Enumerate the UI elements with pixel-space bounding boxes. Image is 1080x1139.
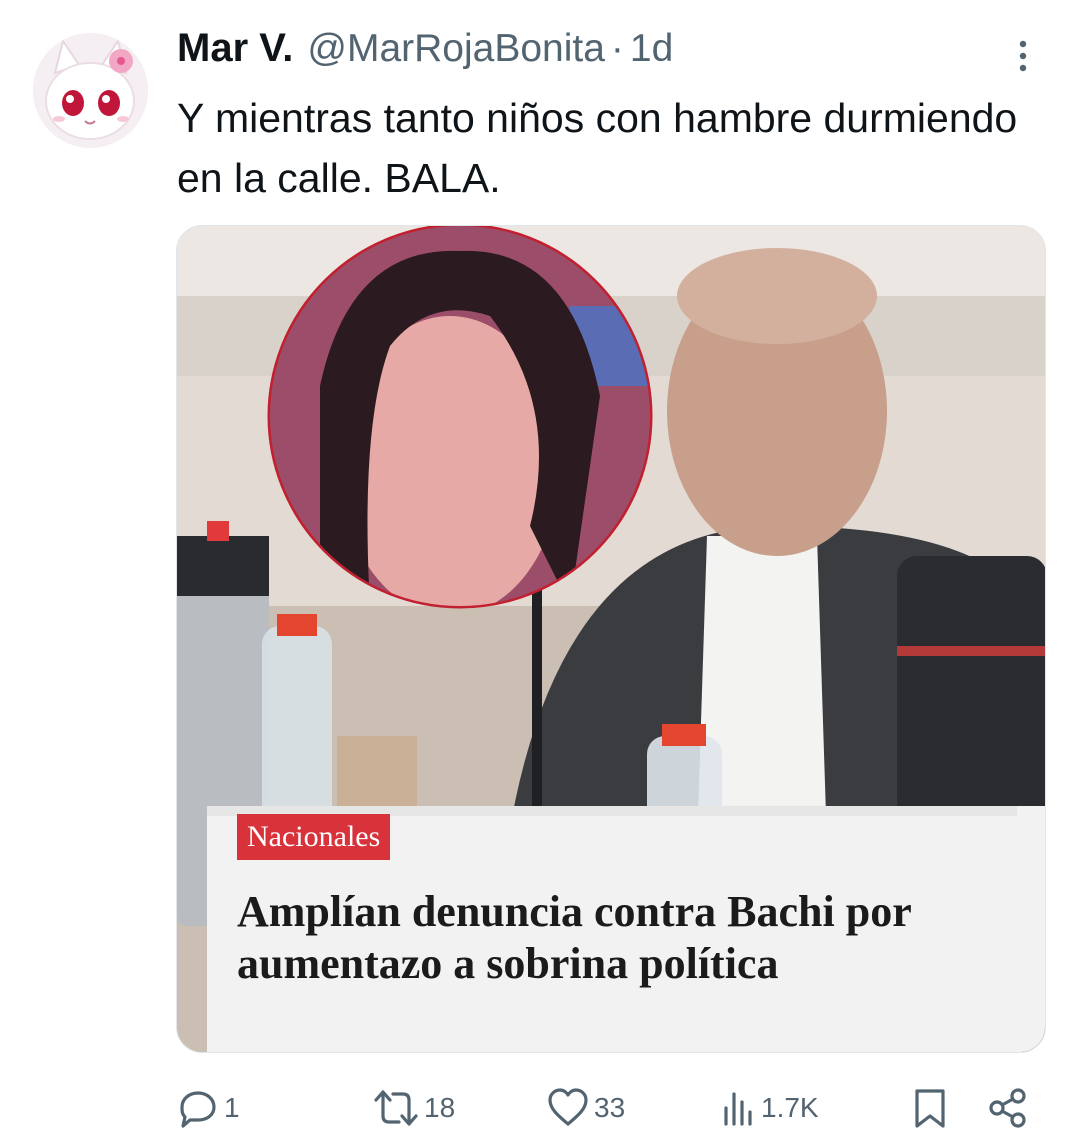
author-name[interactable]: Mar V.: [177, 26, 293, 71]
timestamp[interactable]: 1d: [630, 27, 673, 71]
media-card[interactable]: Nacionales Amplían denuncia contra Bachi…: [176, 225, 1046, 1053]
reply-count: 1: [224, 1092, 240, 1123]
author-handle[interactable]: @MarRojaBonita: [307, 27, 605, 71]
avatar[interactable]: [33, 33, 148, 148]
news-section-label: Nacionales: [237, 814, 391, 860]
header-separator: ·: [610, 27, 624, 70]
share-button[interactable]: [986, 1086, 1030, 1130]
like-count: 33: [594, 1092, 626, 1123]
reply-button[interactable]: 1: [176, 1086, 240, 1130]
retweet-count: 18: [424, 1092, 456, 1123]
heart-icon: [548, 1088, 588, 1126]
pink-cartoon-cat-avatar-icon: [33, 33, 148, 148]
tweet-text: Y mientras tanto niños con hambre durmie…: [177, 95, 1018, 201]
views-count: 1.7K: [761, 1092, 819, 1123]
tweet-header: Mar V. @MarRojaBonita · 1d: [177, 26, 673, 76]
reply-icon: [180, 1091, 216, 1128]
bookmark-button[interactable]: [910, 1086, 950, 1130]
like-button[interactable]: 33: [546, 1086, 625, 1130]
bookmark-icon: [915, 1089, 945, 1128]
retweet-icon: [374, 1090, 418, 1126]
retweet-button[interactable]: 18: [372, 1086, 455, 1130]
more-vertical-icon: [1019, 40, 1027, 72]
news-headline: Amplían denuncia contra Bachi por aument…: [237, 887, 911, 988]
views-icon: [724, 1092, 752, 1126]
more-options-button[interactable]: [1003, 36, 1043, 76]
tweet-actions: 1 18 33 1.7K: [176, 1082, 1046, 1132]
views-button[interactable]: 1.7K: [721, 1086, 819, 1130]
share-icon: [989, 1088, 1026, 1128]
